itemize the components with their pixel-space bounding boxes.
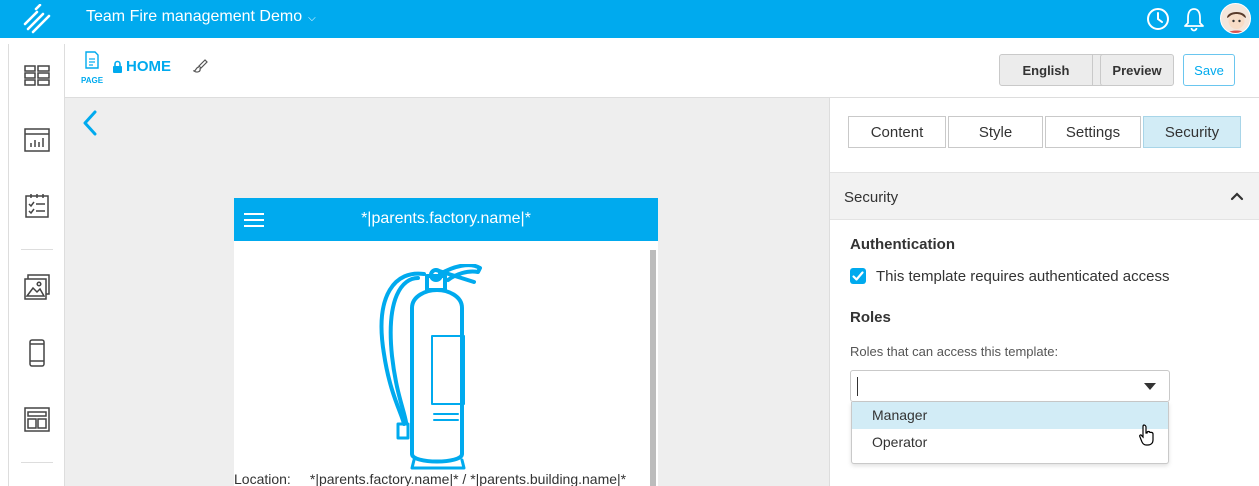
preview-header: *|parents.factory.name|* [234,198,658,241]
save-button[interactable]: Save [1183,54,1235,86]
mobile-icon[interactable] [23,339,51,367]
page-name-label: HOME [126,58,171,75]
preview-header-title: *|parents.factory.name|* [361,210,531,227]
authentication-heading: Authentication [850,236,955,253]
checklist-icon[interactable] [23,192,51,220]
hand-pointer-cursor-icon [1139,424,1154,446]
user-avatar[interactable] [1220,3,1251,34]
location-key: Location: [234,471,291,486]
chevron-up-icon [1230,192,1244,201]
lock-icon [113,60,122,73]
section-title: Security [844,189,899,206]
caret-down-icon[interactable] [1144,383,1156,391]
auth-required-label[interactable]: This template requires authenticated acc… [876,268,1170,285]
roles-dropdown-menu: Manager Operator [851,402,1169,464]
editor-toolbar: PAGE HOME English Preview Save [65,38,1259,98]
location-value: *|parents.factory.name|* / *|parents.bui… [309,471,627,486]
tab-style[interactable]: Style [948,116,1043,148]
preview-button[interactable]: Preview [1100,54,1174,86]
tab-security[interactable]: Security [1143,116,1241,148]
preview-label: Preview [1112,62,1162,78]
tab-content[interactable]: Content [848,116,946,148]
roles-heading: Roles [850,309,891,326]
tab-label: Settings [1065,123,1121,141]
bell-icon[interactable] [1181,6,1207,32]
properties-panel: Content Style Settings Security Security… [829,98,1259,486]
location-row: Location: *|parents.factory.name|* / *|p… [234,471,626,486]
page-type[interactable]: PAGE [79,51,105,91]
mobile-preview: *|parents.factory.name|* Location: *|par… [234,198,658,486]
history-clock-icon[interactable] [1145,6,1171,32]
roles-field-label: Roles that can access this template: [850,344,1059,359]
fire-extinguisher-icon [379,264,482,470]
preview-scrollbar[interactable] [650,250,656,486]
app-title: Team Fire management Demo [86,8,303,25]
tab-label: Style [978,123,1013,141]
back-chevron-icon[interactable] [81,110,99,136]
panel-tabs: Content Style Settings Security [848,116,1243,148]
layout-icon[interactable] [23,405,51,433]
dashboard-icon[interactable] [23,61,51,89]
auth-required-checkbox[interactable] [850,268,866,284]
editor-canvas: *|parents.factory.name|* Location: *|par… [65,98,829,486]
tab-settings[interactable]: Settings [1045,116,1141,148]
language-select-button[interactable]: English [999,54,1093,86]
tab-label: Content [870,123,924,141]
brush-icon[interactable] [193,58,209,76]
save-label: Save [1194,62,1224,78]
chevron-down-icon: ⌵ [308,13,316,24]
roles-select-input[interactable] [850,370,1170,402]
tab-label: Security [1164,123,1220,141]
page-icon [85,51,99,69]
text-cursor [857,377,858,396]
page-name[interactable]: HOME [112,58,171,75]
logo-icon[interactable] [22,4,52,34]
security-section-header[interactable]: Security [830,172,1259,220]
nav-separator [21,249,53,250]
language-label: English [1022,62,1070,78]
top-bar: Team Fire management Demo ⌵ [0,0,1259,38]
nav-separator [21,462,53,463]
reports-icon[interactable] [23,126,51,154]
checkmark-icon [852,271,864,281]
gallery-icon[interactable] [23,273,51,301]
roles-option-manager[interactable]: Manager [852,402,1168,429]
roles-option-operator[interactable]: Operator [852,429,1168,456]
app-title-dropdown[interactable]: Team Fire management Demo ⌵ [86,8,316,26]
left-nav [8,44,65,486]
page-type-label: PAGE [80,76,104,85]
